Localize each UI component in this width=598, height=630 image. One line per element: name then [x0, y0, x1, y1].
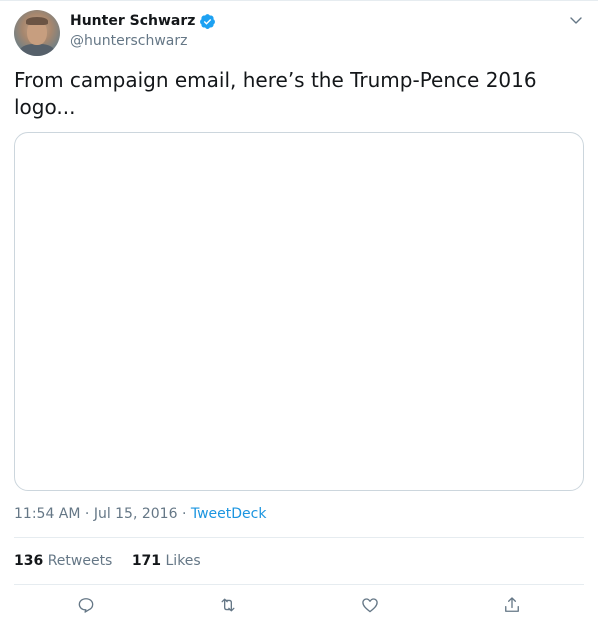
- media-card[interactable]: [14, 132, 584, 491]
- retweet-icon: [218, 595, 238, 619]
- retweets-count: 136: [14, 553, 44, 569]
- like-button[interactable]: [358, 594, 382, 620]
- chevron-down-icon[interactable]: [568, 12, 584, 28]
- tweet-text: From campaign email, here’s the Trump-Pe…: [14, 68, 537, 119]
- retweet-button[interactable]: [216, 594, 240, 620]
- reply-button[interactable]: [74, 594, 98, 620]
- tweet-stats: 136 Retweets 171 Likes: [14, 551, 216, 571]
- share-icon: [502, 595, 522, 619]
- likes-count: 171: [131, 553, 162, 569]
- tweet-header: Hunter Schwarz @hunterschwarz: [14, 10, 584, 56]
- top-border: [0, 0, 598, 1]
- action-bar: [0, 594, 598, 620]
- retweets-label: Retweets: [47, 553, 113, 569]
- retweets-stat[interactable]: 136 Retweets: [14, 553, 117, 569]
- display-name[interactable]: Hunter Schwarz: [70, 12, 195, 30]
- reply-icon: [76, 595, 96, 619]
- meta-separator: ·: [84, 506, 90, 522]
- tweet-date[interactable]: Jul 15, 2016: [94, 506, 178, 522]
- tweet-meta: 11:54 AM · Jul 15, 2016 · TweetDeck: [14, 504, 266, 524]
- tweet-time[interactable]: 11:54 AM: [14, 506, 80, 522]
- user-handle[interactable]: @hunterschwarz: [70, 32, 187, 50]
- share-button[interactable]: [500, 594, 524, 620]
- likes-stat[interactable]: 171 Likes: [132, 553, 201, 569]
- meta-separator: ·: [181, 506, 187, 522]
- name-row: Hunter Schwarz: [70, 12, 216, 30]
- avatar[interactable]: [14, 10, 60, 56]
- verified-badge-icon: [199, 13, 216, 30]
- divider: [14, 584, 584, 585]
- likes-label: Likes: [165, 553, 201, 569]
- heart-icon: [360, 595, 380, 619]
- source-link[interactable]: TweetDeck: [191, 506, 267, 522]
- divider: [14, 537, 584, 538]
